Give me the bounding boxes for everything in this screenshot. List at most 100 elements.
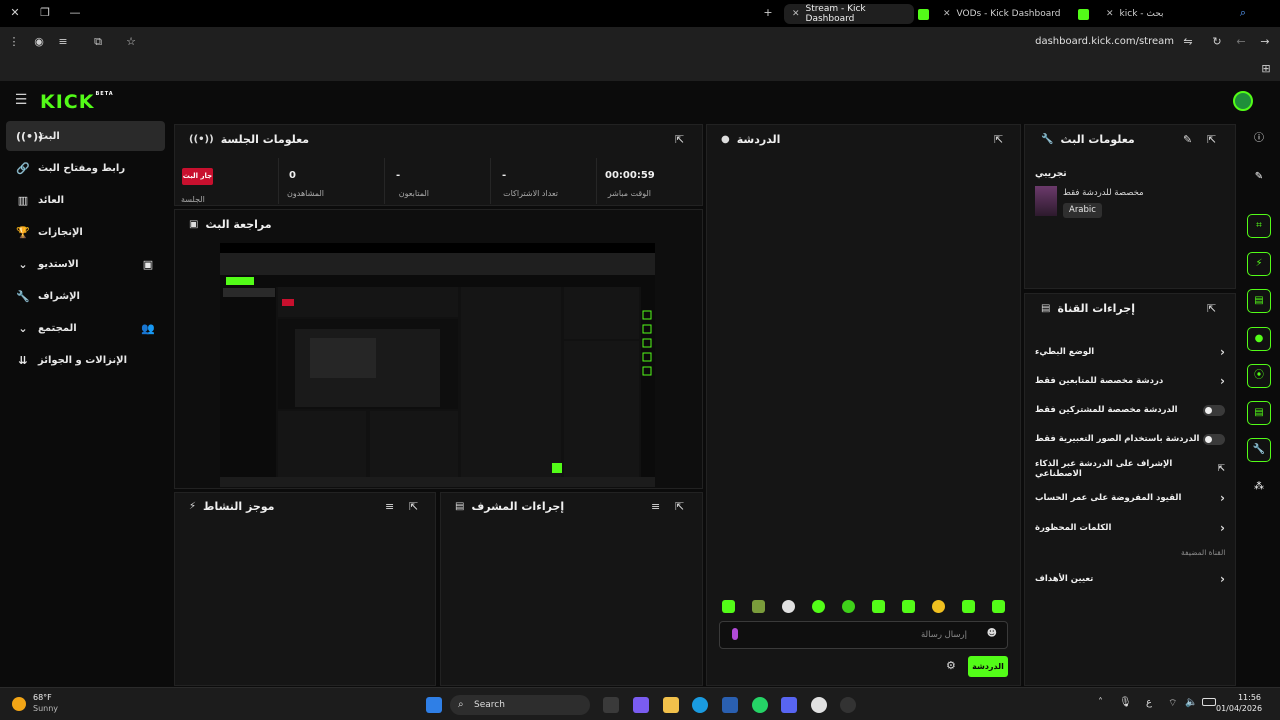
action-banned-words[interactable]: › الكلمات المحظورة	[1035, 520, 1225, 536]
chevron-right-icon: ›	[1220, 345, 1225, 359]
wrench-icon[interactable]: 🔧	[1247, 438, 1271, 462]
tab-vods[interactable]: ✕ VODs - Kick Dashboard	[935, 4, 1075, 24]
search-tabs-icon[interactable]: ⌕	[1235, 6, 1251, 20]
task-view-icon[interactable]	[603, 697, 619, 713]
sidebar-item-studio[interactable]: ⌄ الاستديو ▣	[6, 249, 165, 279]
sidebar-item-stream[interactable]: ((•)) البث	[6, 121, 165, 151]
action-account-age[interactable]: › القيود المفروضة على عمر الحساب	[1035, 490, 1225, 506]
broadcast-icon[interactable]: ⦿	[1247, 364, 1271, 388]
file-explorer-icon[interactable]	[663, 697, 679, 713]
popout-icon[interactable]: ⇱	[1207, 302, 1216, 315]
info-icon[interactable]: ⓘ	[1247, 128, 1271, 152]
lightning-icon[interactable]: ⚡	[1247, 252, 1271, 276]
volume-icon[interactable]: 🔈	[1185, 697, 1197, 708]
new-tab-icon[interactable]: +	[760, 6, 776, 20]
chat-settings-gear-icon[interactable]: ⚙	[946, 659, 956, 672]
store-icon[interactable]	[722, 697, 738, 713]
emote-icon[interactable]	[842, 600, 855, 613]
sidebar-item-moderation[interactable]: 🔧 الإشراف	[6, 281, 165, 311]
popout-icon[interactable]: ⇱	[409, 500, 418, 513]
sidebar-item-revenue[interactable]: ▥ العائد	[6, 185, 165, 215]
sidebar-item-drops[interactable]: ⇊ الإنزالات و الجوائز	[6, 345, 165, 375]
sidebar-item-community[interactable]: ⌄ المجتمع 👥	[6, 313, 165, 343]
extensions-icon[interactable]: ⧉	[90, 35, 106, 49]
emote-icon[interactable]	[932, 600, 945, 613]
chat-send-button[interactable]: الدردشة	[968, 656, 1008, 677]
reload-icon[interactable]: ↻	[1209, 35, 1225, 49]
filter-icon[interactable]: ≡	[651, 500, 660, 513]
tab-stream[interactable]: ✕ Stream - Kick Dashboard	[784, 4, 914, 24]
menu-dots-icon[interactable]: ⋮	[6, 35, 22, 49]
chat-bubble-icon[interactable]: ●	[1247, 327, 1271, 351]
emote-icon[interactable]	[902, 600, 915, 613]
filter-icon[interactable]: ≡	[385, 500, 394, 513]
emote-icon[interactable]	[992, 600, 1005, 613]
session-label: الجلسة	[181, 195, 205, 204]
popout-icon[interactable]: ⇱	[675, 500, 684, 513]
stream-preview-video[interactable]	[220, 243, 655, 487]
taskbar-search[interactable]: ⌕ Search	[450, 695, 590, 715]
chevron-up-icon[interactable]: ˄	[1098, 697, 1103, 708]
panel-title-text: الدردشة	[736, 133, 781, 146]
screenshot-icon[interactable]: ⌗	[1247, 214, 1271, 238]
sidebar-item-label: رابط ومفتاح البث	[38, 162, 126, 174]
close-tab-icon[interactable]: ✕	[792, 9, 800, 19]
url-text[interactable]: dashboard.kick.com/stream	[1035, 36, 1174, 47]
copilot-icon[interactable]	[633, 697, 649, 713]
kick-logo[interactable]: KICKBETA	[40, 91, 114, 113]
apps-grid-icon[interactable]: ⊞	[1258, 62, 1274, 76]
emote-icon[interactable]	[962, 600, 975, 613]
forward-icon[interactable]: ←	[1233, 35, 1249, 49]
language-indicator[interactable]: ع	[1146, 697, 1152, 708]
popout-icon[interactable]: ⇱	[994, 133, 1003, 146]
close-window-icon[interactable]: ✕	[7, 6, 23, 20]
edit-pencil-icon[interactable]: ✎	[1183, 133, 1192, 146]
mic-icon[interactable]	[732, 628, 738, 640]
sidebar-item-achievements[interactable]: 🏆 الإنجازات	[6, 217, 165, 247]
clipboard-icon[interactable]: ▤	[1247, 289, 1271, 313]
sidebar-item-label: الإنجازات	[38, 226, 83, 238]
whatsapp-icon[interactable]	[752, 697, 768, 713]
subscribers-only-toggle[interactable]	[1203, 404, 1225, 416]
action-set-goals[interactable]: › تعيين الأهداف	[1035, 571, 1225, 587]
emote-icon[interactable]	[722, 600, 735, 613]
favorite-star-icon[interactable]: ☆	[123, 35, 139, 49]
popout-icon[interactable]: ⇱	[1207, 133, 1216, 146]
sidebar-item-stream-key[interactable]: 🔗 رابط ومفتاح البث	[6, 153, 165, 183]
hamburger-menu-icon[interactable]: ☰	[13, 93, 29, 107]
profile-avatar-icon[interactable]: ◉	[31, 35, 47, 49]
windows-start-icon[interactable]	[426, 697, 442, 713]
back-icon[interactable]: →	[1257, 35, 1273, 49]
chat-message-input[interactable]: إرسال رسالة ☻	[719, 621, 1008, 649]
edge-icon[interactable]	[692, 697, 708, 713]
app-icon[interactable]	[840, 697, 856, 713]
edit-pencil-icon[interactable]: ✎	[1247, 166, 1271, 190]
tab-search[interactable]: ✕ kick - بحث	[1098, 4, 1228, 24]
emote-icon[interactable]	[782, 600, 795, 613]
close-tab-icon[interactable]: ✕	[943, 9, 951, 19]
popout-icon[interactable]: ⇱	[675, 133, 684, 146]
battery-icon[interactable]	[1202, 698, 1216, 706]
discord-icon[interactable]	[781, 697, 797, 713]
restore-window-icon[interactable]: ❐	[37, 6, 53, 20]
emote-only-toggle[interactable]	[1203, 433, 1225, 445]
collections-icon[interactable]: ≡	[55, 35, 71, 49]
close-tab-icon[interactable]: ✕	[1106, 9, 1114, 19]
emote-icon[interactable]	[752, 600, 765, 613]
user-avatar[interactable]	[1233, 91, 1253, 111]
apps-icon[interactable]: ⁂	[1247, 476, 1271, 500]
action-followers-only[interactable]: › دردشة مخصصة للمتابعين فقط	[1035, 373, 1225, 389]
wifi-icon[interactable]: ⌔	[1168, 697, 1177, 710]
action-ai-moderation[interactable]: ⇱ الإشراف على الدردشة عبر الذكاء الاصطنا…	[1035, 459, 1225, 479]
emote-icon[interactable]	[812, 600, 825, 613]
reader-icon[interactable]: ⇋	[1180, 35, 1196, 49]
action-slow-mode[interactable]: › الوضع البطيء	[1035, 344, 1225, 360]
chrome-icon[interactable]	[811, 697, 827, 713]
shield-icon[interactable]: ▤	[1247, 401, 1271, 425]
emoji-icon[interactable]: ☻	[987, 628, 997, 639]
minimize-window-icon[interactable]: —	[67, 6, 83, 20]
clock-date[interactable]: 01/04/2026	[1216, 704, 1262, 713]
clock-time[interactable]: 11:56	[1221, 693, 1261, 702]
microphone-icon[interactable]: 🎙	[1119, 697, 1132, 708]
emote-icon[interactable]	[872, 600, 885, 613]
